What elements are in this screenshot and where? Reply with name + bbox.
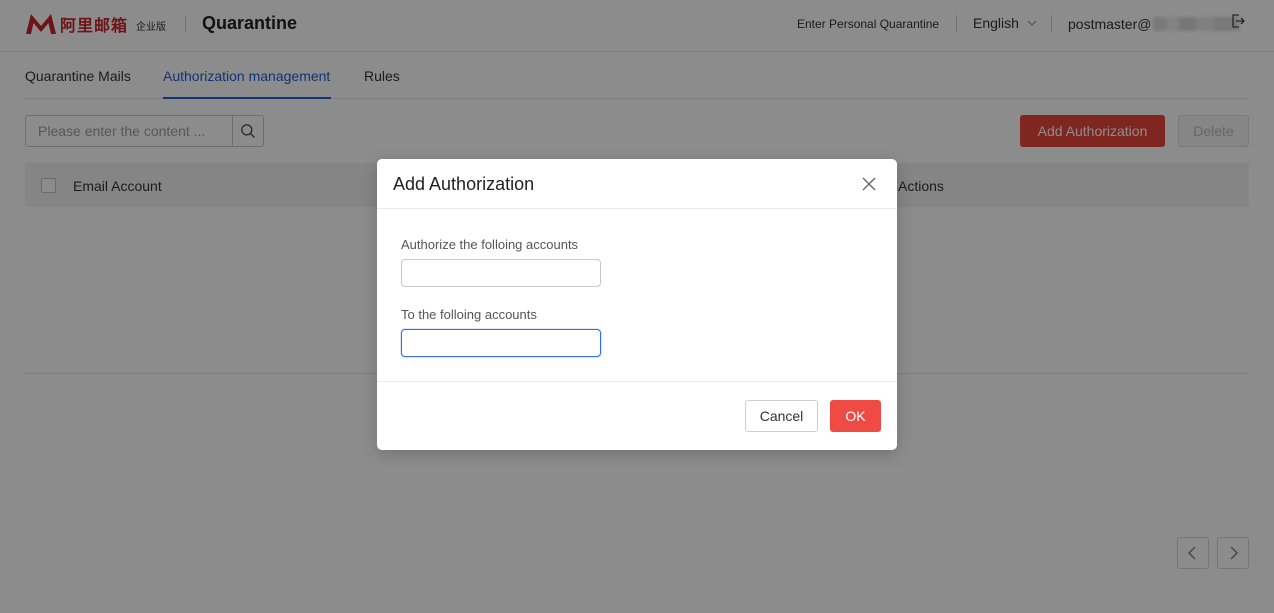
ok-button[interactable]: OK xyxy=(830,400,881,432)
dialog-divider xyxy=(377,208,897,209)
close-icon[interactable] xyxy=(861,176,877,192)
dialog-divider xyxy=(377,381,897,382)
cancel-button[interactable]: Cancel xyxy=(745,400,818,432)
authorize-accounts-label: Authorize the folloing accounts xyxy=(401,237,579,252)
target-accounts-input[interactable] xyxy=(401,329,601,357)
add-authorization-dialog: Add Authorization Authorize the folloing… xyxy=(377,159,897,450)
authorize-accounts-input[interactable] xyxy=(401,259,601,287)
target-accounts-label: To the folloing accounts xyxy=(401,307,537,322)
dialog-title: Add Authorization xyxy=(393,174,535,194)
